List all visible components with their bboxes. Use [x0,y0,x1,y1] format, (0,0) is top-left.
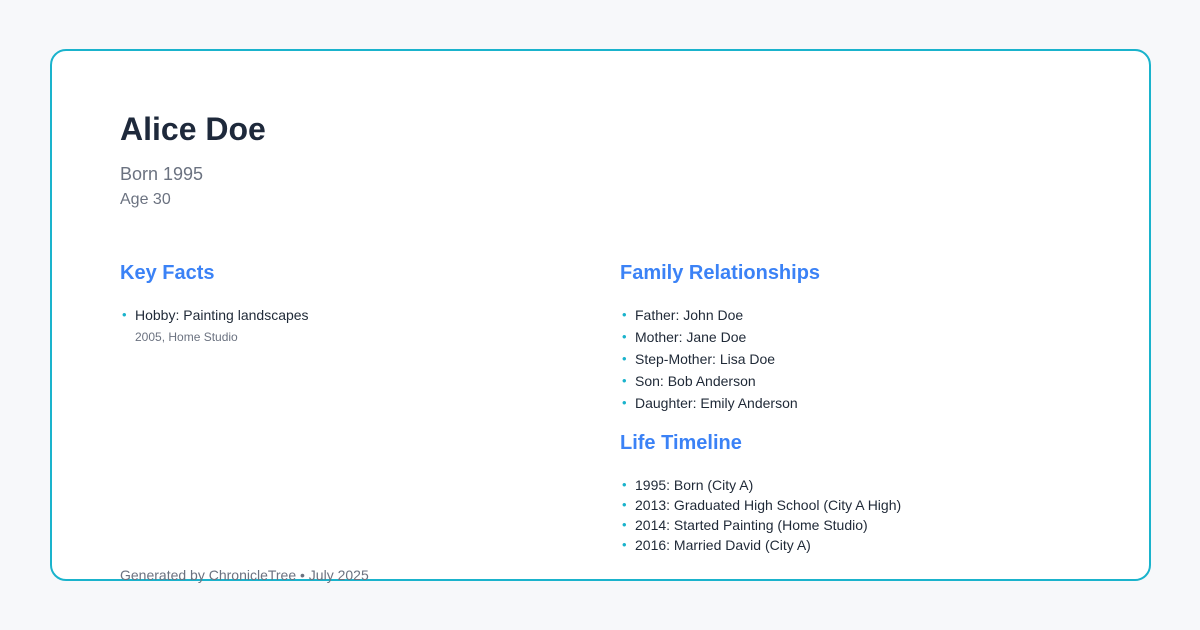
age: Age 30 [120,191,171,208]
person-name: Alice Doe [120,111,266,147]
bullet-icon: • [622,351,627,366]
bullet-icon: • [622,497,627,512]
timeline-text: 2014: Started Painting (Home Studio) [635,517,868,533]
list-item: • 1995: Born (City A) [620,476,901,496]
relationship-text: Mother: Jane Doe [635,329,747,345]
list-item: • Hobby: Painting landscapes 2005, Home … [120,306,309,344]
bullet-icon: • [622,477,627,492]
bullet-icon: • [622,307,627,322]
key-facts-heading: Key Facts [120,262,215,284]
bullet-icon: • [622,373,627,388]
generated-by-footer: Generated by ChronicleTree • July 2025 [120,567,369,583]
list-item: • 2016: Married David (City A) [620,536,901,556]
bullet-icon: • [622,517,627,532]
list-item: • Son: Bob Anderson [620,372,798,394]
timeline-heading: Life Timeline [620,432,742,454]
list-item: • Daughter: Emily Anderson [620,394,798,416]
bullet-icon: • [622,329,627,344]
family-list: • Father: John Doe • Mother: Jane Doe • Ste… [620,306,798,416]
timeline-text: 2016: Married David (City A) [635,537,811,553]
key-facts-list: • Hobby: Painting landscapes 2005, Home … [120,306,309,344]
list-item: • Step-Mother: Lisa Doe [620,350,798,372]
relationship-text: Son: Bob Anderson [635,373,756,389]
relationship-text: Daughter: Emily Anderson [635,395,798,411]
relationship-text: Father: John Doe [635,307,744,323]
relationship-text: Step-Mother: Lisa Doe [635,351,776,367]
timeline-list: • 1995: Born (City A) • 2013: Graduated Hi… [620,476,901,556]
list-item: • Father: John Doe [620,306,798,328]
bullet-icon: • [122,307,127,322]
timeline-text: 1995: Born (City A) [635,477,754,493]
fact-detail: 2005, Home Studio [135,330,238,344]
bullet-icon: • [622,537,627,552]
birth-year: Born 1995 [120,164,204,184]
list-item: • Mother: Jane Doe [620,328,798,350]
timeline-text: 2013: Graduated High School (City A High… [635,497,902,513]
bullet-icon: • [622,395,627,410]
list-item: • 2014: Started Painting (Home Studio) [620,516,901,536]
family-heading: Family Relationships [620,262,821,284]
fact-label: Hobby: Painting landscapes [135,307,309,323]
list-item: • 2013: Graduated High School (City A Hig… [620,496,901,516]
